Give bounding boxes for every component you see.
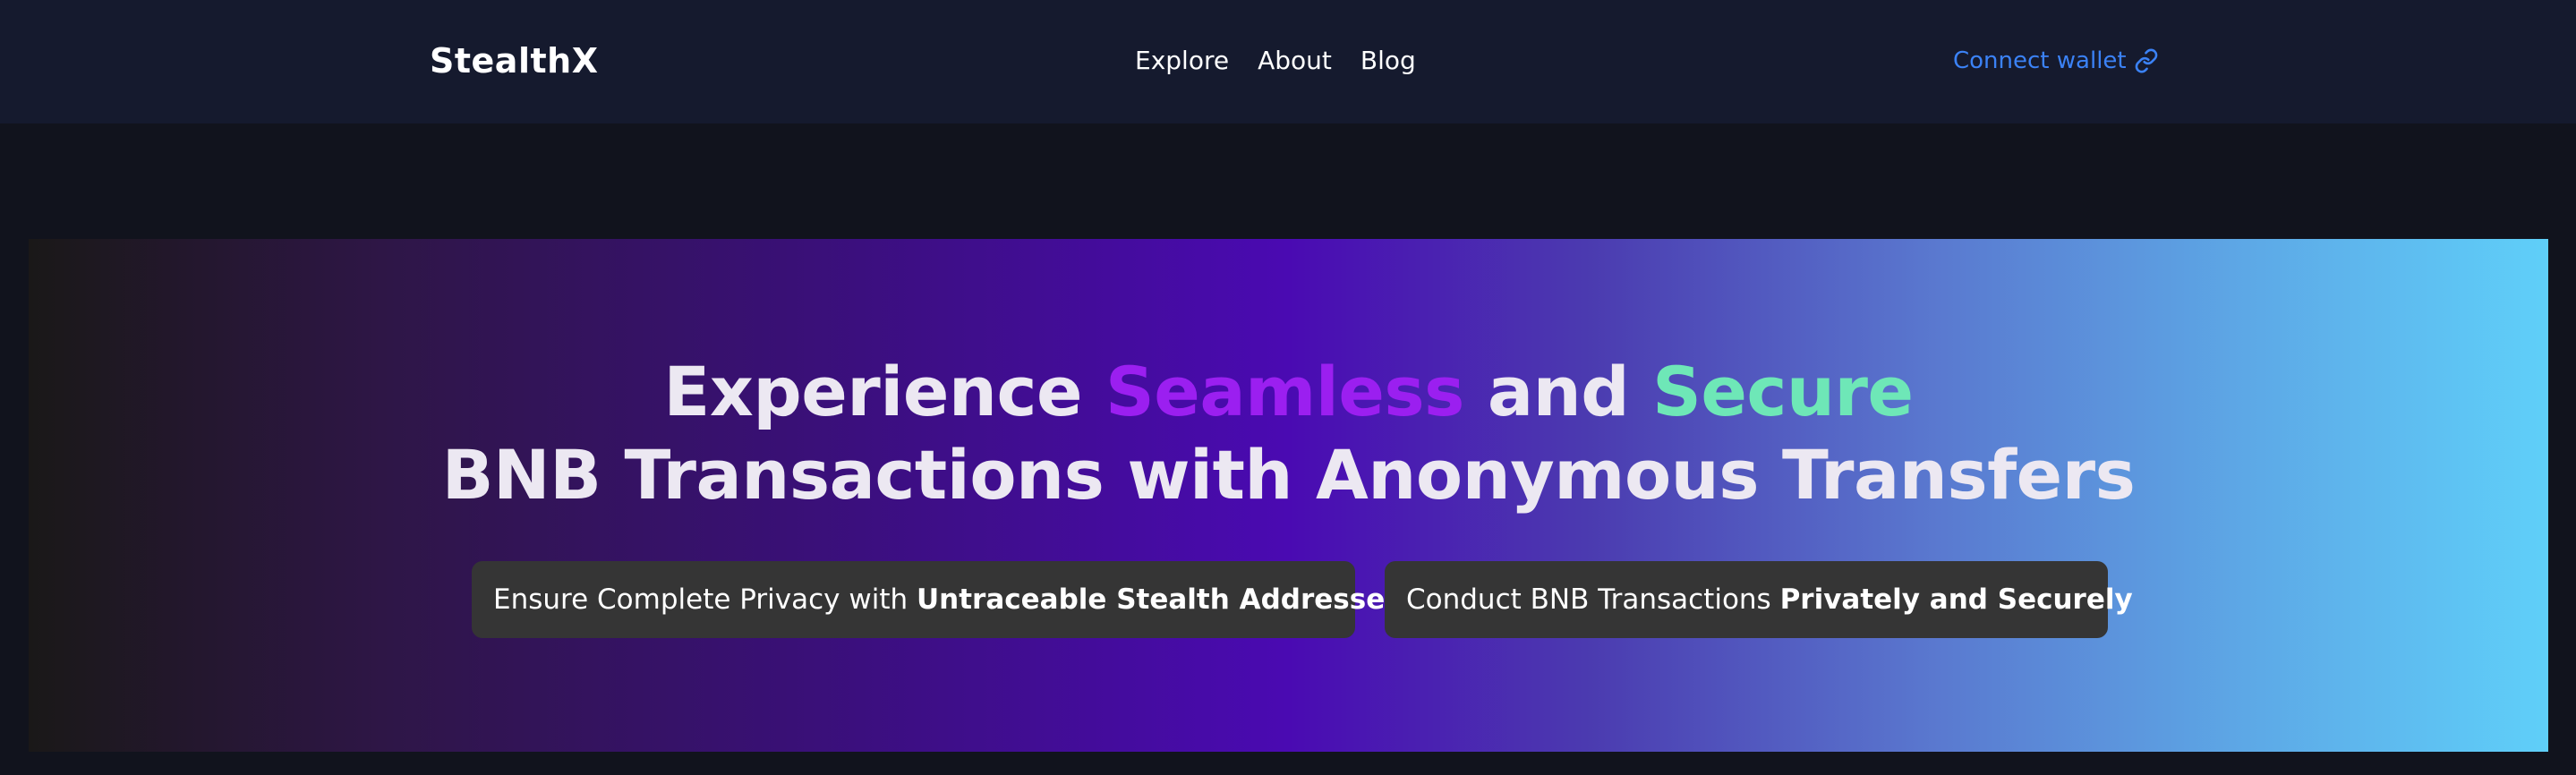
hero-banner: Experience Seamless and Secure BNB Trans… bbox=[29, 239, 2548, 752]
feature-pill-text: Conduct BNB Transactions bbox=[1406, 583, 1780, 616]
headline-text: and bbox=[1463, 352, 1653, 431]
feature-pill-text: Ensure Complete Privacy with bbox=[493, 583, 917, 616]
feature-pill-bold: Privately and Securely bbox=[1779, 583, 2133, 616]
hero-headline-line1: Experience Seamless and Secure bbox=[29, 352, 2548, 432]
nav-links: Explore About Blog bbox=[1135, 45, 1416, 77]
hero-headline-line2: BNB Transactions with Anonymous Transfer… bbox=[441, 435, 2136, 515]
feature-pill-secure: Conduct BNB Transactions Privately and S… bbox=[1385, 561, 2133, 638]
connect-wallet-label: Connect wallet bbox=[1953, 47, 2127, 74]
nav-link-blog[interactable]: Blog bbox=[1361, 45, 1416, 77]
link-icon bbox=[2134, 48, 2159, 73]
nav-link-about[interactable]: About bbox=[1258, 45, 1332, 77]
feature-pill-privacy: Ensure Complete Privacy with Untraceable… bbox=[472, 561, 1402, 638]
logo[interactable]: StealthX bbox=[430, 39, 599, 82]
headline-highlight-seamless: Seamless bbox=[1105, 352, 1464, 431]
headline-text: Experience bbox=[663, 352, 1106, 431]
navbar: StealthX Explore About Blog Connect wall… bbox=[0, 0, 2576, 123]
feature-pill-bold: Untraceable Stealth Addresses bbox=[917, 583, 1402, 616]
connect-wallet-button[interactable]: Connect wallet bbox=[1953, 45, 2159, 77]
nav-link-explore[interactable]: Explore bbox=[1135, 45, 1229, 77]
headline-highlight-secure: Secure bbox=[1652, 352, 1914, 431]
